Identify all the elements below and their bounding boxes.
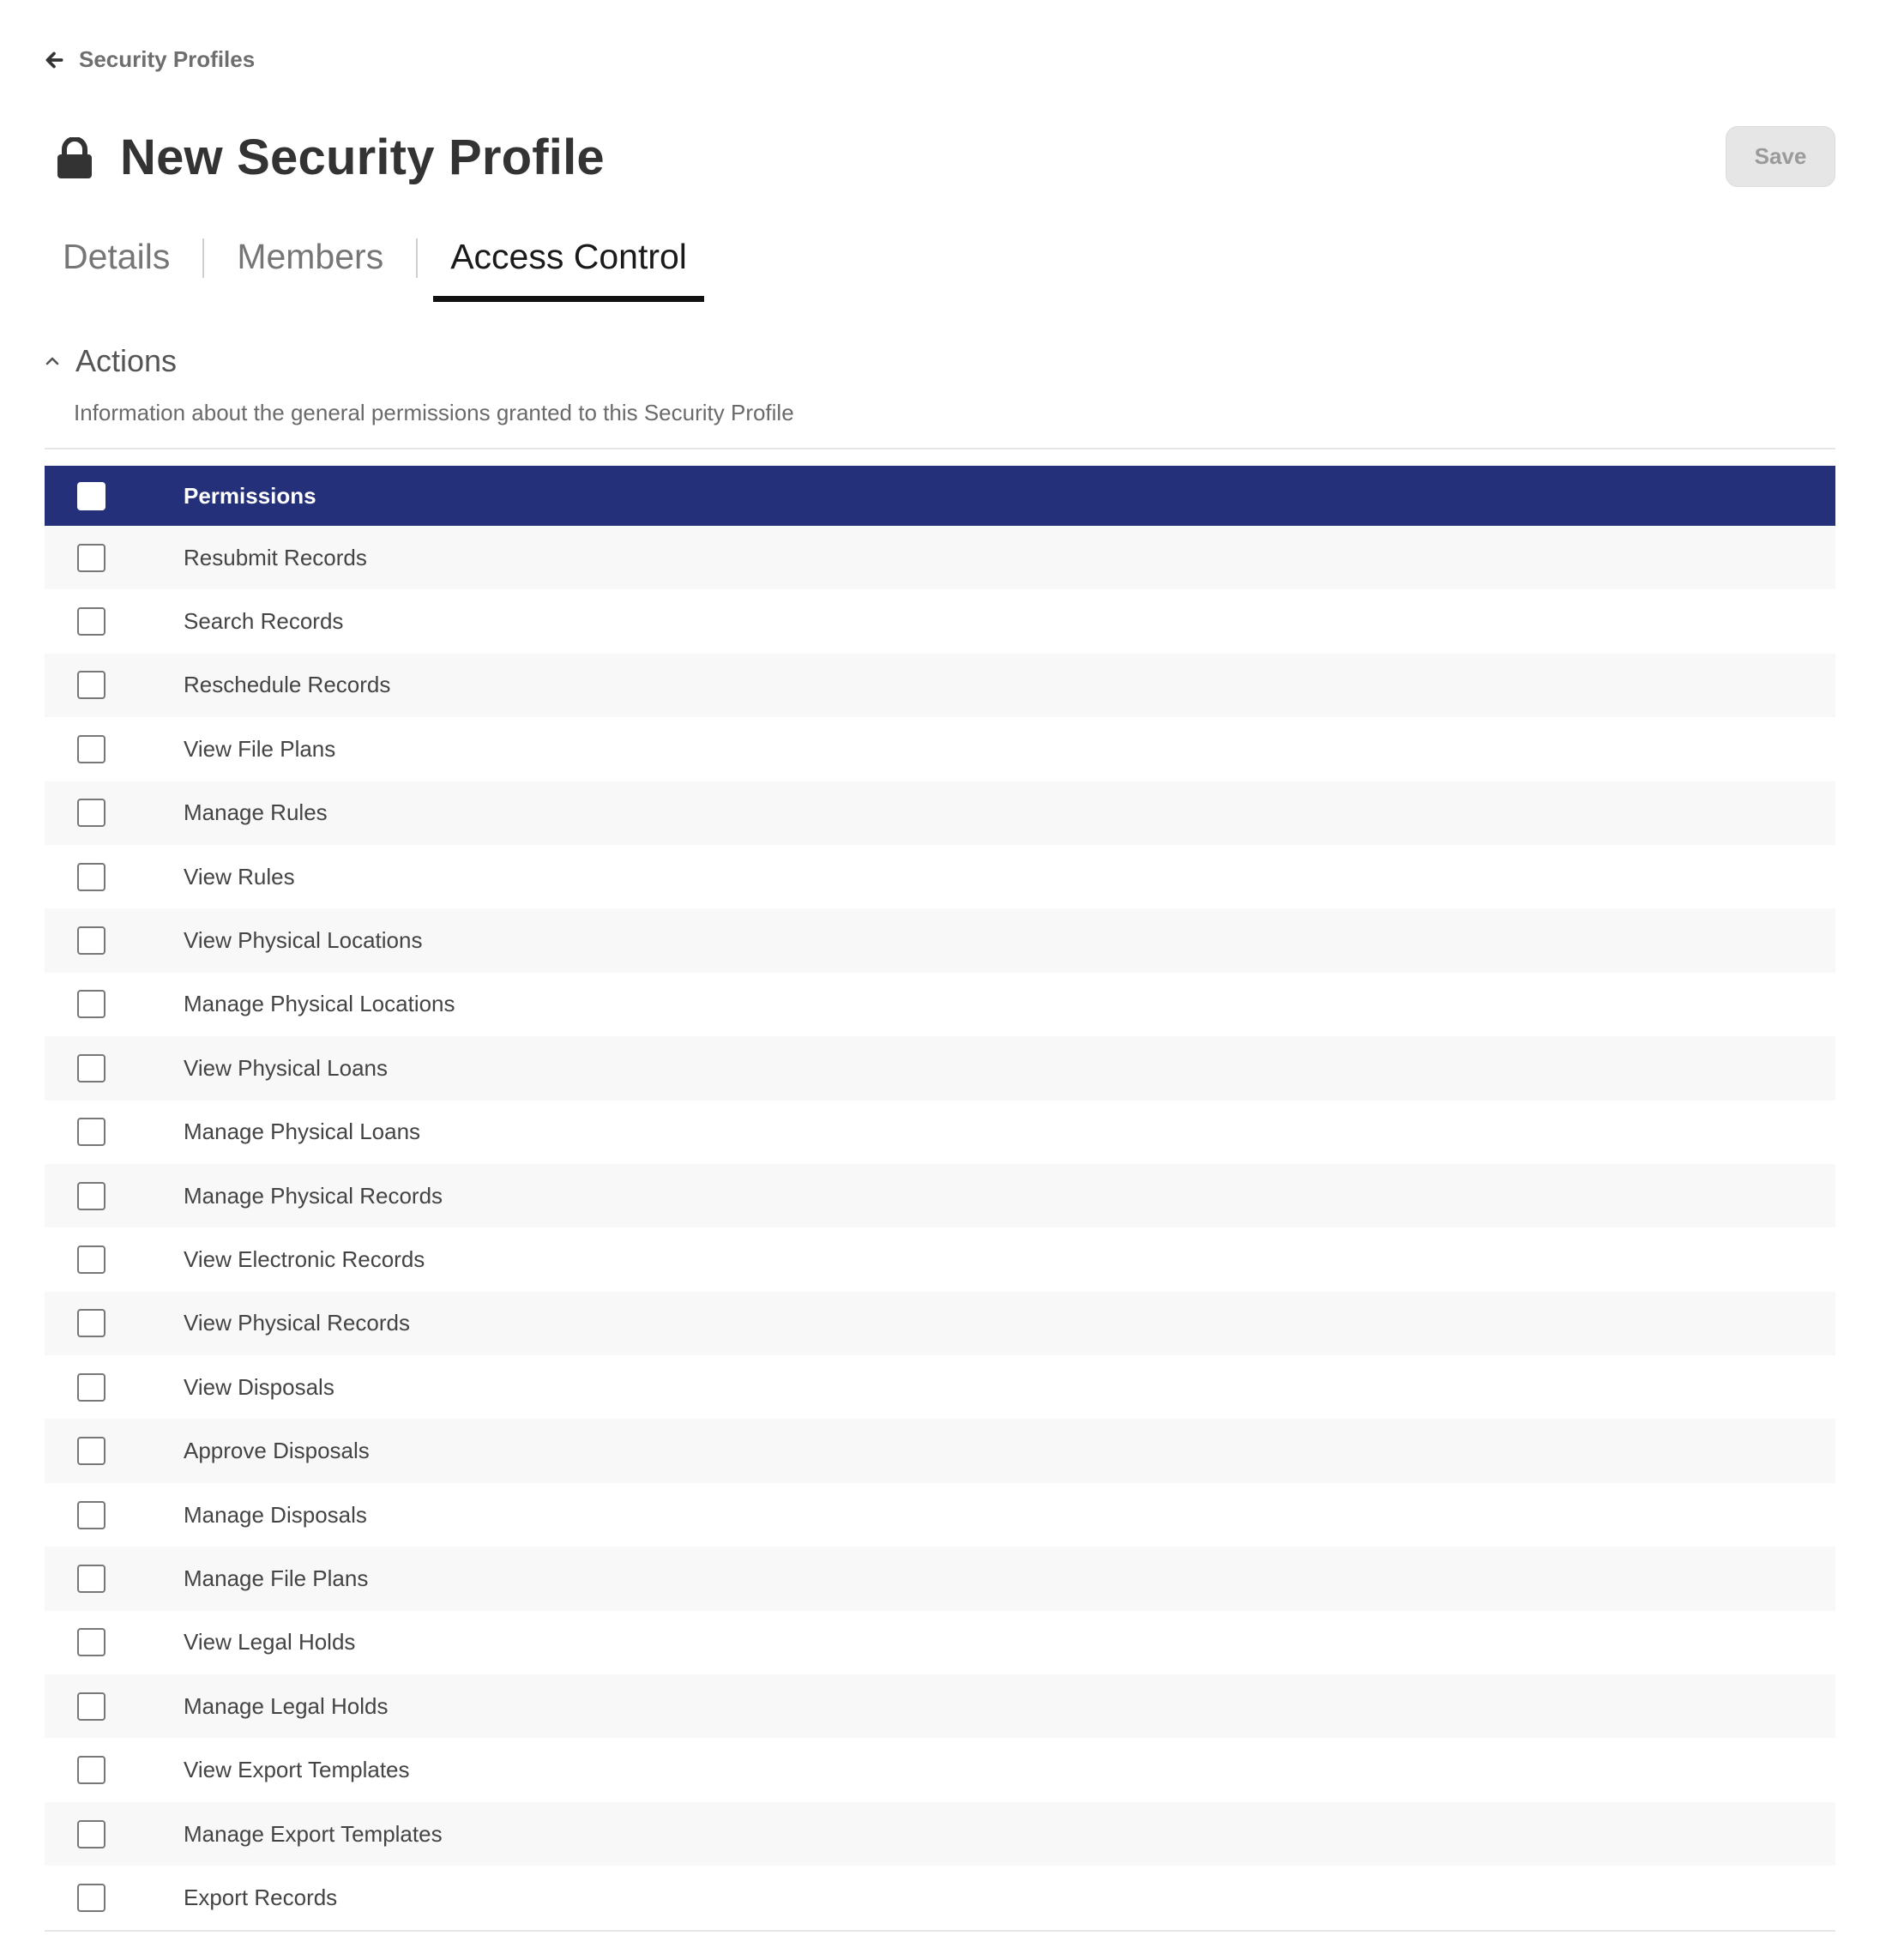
section-divider [45,448,1835,449]
table-row: Manage Legal Holds [45,1674,1835,1739]
permission-checkbox[interactable] [77,1628,105,1657]
tab-details[interactable]: Details [45,230,187,302]
table-row: Manage Physical Loans [45,1100,1835,1164]
table-row: Manage Disposals [45,1482,1835,1547]
permission-label: Manage Physical Records [184,1182,443,1209]
tab-members[interactable]: Members [220,230,401,302]
permission-label: View Export Templates [184,1757,410,1783]
table-row: Export Records [45,1866,1835,1930]
tab-access-control[interactable]: Access Control [433,230,704,302]
permission-checkbox[interactable] [77,671,105,700]
permission-checkbox[interactable] [77,799,105,828]
table-header: Permissions [45,466,1835,526]
permission-checkbox[interactable] [77,1181,105,1210]
table-row: View Disposals [45,1355,1835,1420]
table-row: Manage File Plans [45,1547,1835,1611]
permission-checkbox[interactable] [77,926,105,956]
permission-label: View Physical Locations [184,927,423,954]
table-row: Reschedule Records [45,653,1835,718]
permission-label: View Rules [184,863,295,890]
permission-label: Manage Rules [184,799,328,826]
permission-checkbox[interactable] [77,1883,105,1912]
table-row: View Physical Loans [45,1036,1835,1101]
tab-separator [202,238,205,278]
permission-checkbox[interactable] [77,1564,105,1593]
permission-label: View Legal Holds [184,1629,356,1655]
permission-checkbox[interactable] [77,1118,105,1147]
permission-checkbox[interactable] [77,607,105,636]
table-row: View File Plans [45,717,1835,781]
table-row: Resubmit Records [45,526,1835,590]
lock-icon [57,136,92,178]
permission-label: Search Records [184,608,344,635]
permission-label: Manage Physical Loans [184,1119,421,1145]
permission-label: Resubmit Records [184,544,367,570]
permission-label: View Electronic Records [184,1245,425,1272]
tab-bar: Details Members Access Control [45,230,704,302]
table-row: Approve Disposals [45,1419,1835,1483]
table-row: Manage Rules [45,781,1835,845]
section-description: Information about the general permission… [74,400,794,425]
permission-checkbox[interactable] [77,1756,105,1785]
arrow-left-icon [45,51,63,68]
permission-checkbox[interactable] [77,1819,105,1848]
permission-label: Manage File Plans [184,1565,369,1591]
permission-checkbox[interactable] [77,1437,105,1466]
permission-label: Approve Disposals [184,1438,370,1464]
tab-separator [416,238,419,278]
back-link-label: Security Profiles [79,46,256,72]
permission-label: Reschedule Records [184,672,391,698]
permission-checkbox[interactable] [77,543,105,572]
table-row: View Physical Locations [45,908,1835,973]
permission-checkbox[interactable] [77,1309,105,1338]
permission-checkbox[interactable] [77,1692,105,1721]
permissions-table: Permissions Resubmit Records Search Recor… [45,466,1835,1932]
permission-label: View Disposals [184,1373,334,1400]
permission-label: Manage Export Templates [184,1820,443,1847]
permission-label: View Physical Records [184,1310,410,1336]
table-row: View Legal Holds [45,1610,1835,1675]
permission-label: Manage Physical Locations [184,991,455,1017]
table-row: View Electronic Records [45,1227,1835,1292]
table-row: Manage Export Templates [45,1801,1835,1867]
page-header: New Security Profile [57,129,605,186]
actions-section-toggle[interactable]: Actions [45,343,177,379]
permissions-column-header: Permissions [184,482,316,509]
permission-label: Export Records [184,1884,338,1910]
table-bottom-border [45,1929,1835,1932]
permission-checkbox[interactable] [77,1053,105,1083]
table-body: Resubmit Records Search Records Reschedule… [45,526,1835,1930]
permission-checkbox[interactable] [77,862,105,891]
table-row: Search Records [45,589,1835,654]
section-title: Actions [75,343,178,378]
select-all-checkbox[interactable] [77,481,105,510]
page-title: New Security Profile [120,130,605,185]
permission-label: View Physical Loans [184,1054,388,1081]
permission-checkbox[interactable] [77,734,105,763]
table-row: View Rules [45,844,1835,909]
permission-label: Manage Disposals [184,1501,367,1528]
table-row: Manage Physical Records [45,1163,1835,1228]
save-button[interactable]: Save [1726,126,1835,187]
permission-checkbox[interactable] [77,1372,105,1402]
permission-checkbox[interactable] [77,1245,105,1274]
permission-label: View File Plans [184,735,336,762]
permission-checkbox[interactable] [77,990,105,1019]
table-row: View Physical Records [45,1291,1835,1356]
table-row: View Export Templates [45,1738,1835,1802]
back-link[interactable]: Security Profiles [43,46,255,73]
table-row: Manage Physical Locations [45,972,1835,1037]
permission-checkbox[interactable] [77,1500,105,1529]
permission-label: Manage Legal Holds [184,1692,389,1719]
chevron-up-icon [45,357,59,365]
